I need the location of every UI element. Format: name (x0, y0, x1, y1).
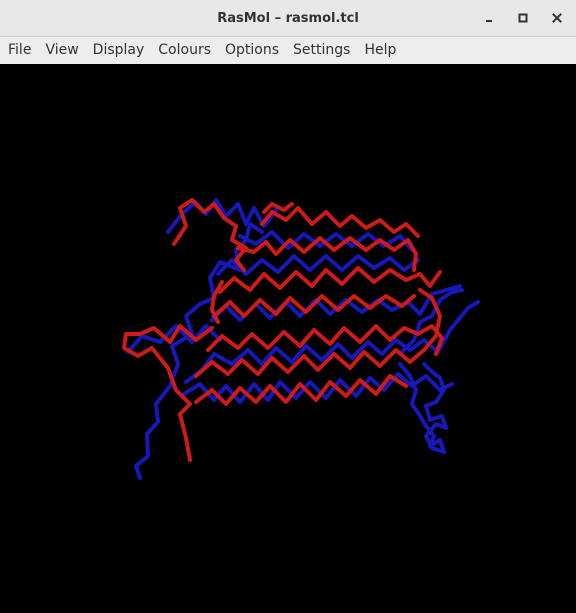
maximize-button[interactable] (511, 6, 535, 30)
close-button[interactable] (545, 6, 569, 30)
molecule-canvas[interactable] (0, 64, 576, 613)
menu-display[interactable]: Display (86, 37, 152, 64)
menu-bar: File View Display Colours Options Settin… (0, 37, 576, 64)
menu-colours[interactable]: Colours (151, 37, 218, 64)
rasmol-window: RasMol – rasmol.tcl File View Display Co… (0, 0, 576, 613)
maximize-icon (518, 13, 528, 23)
menu-file[interactable]: File (1, 37, 38, 64)
menu-settings[interactable]: Settings (286, 37, 357, 64)
title-bar[interactable]: RasMol – rasmol.tcl (0, 0, 576, 37)
close-icon (552, 13, 562, 23)
menu-options[interactable]: Options (218, 37, 286, 64)
protein-backbone-chain-b (126, 198, 480, 480)
menu-help[interactable]: Help (357, 37, 403, 64)
minimize-icon (486, 20, 492, 22)
minimize-button[interactable] (477, 6, 501, 30)
molecule-viewport[interactable] (0, 64, 576, 613)
menu-view[interactable]: View (38, 37, 85, 64)
